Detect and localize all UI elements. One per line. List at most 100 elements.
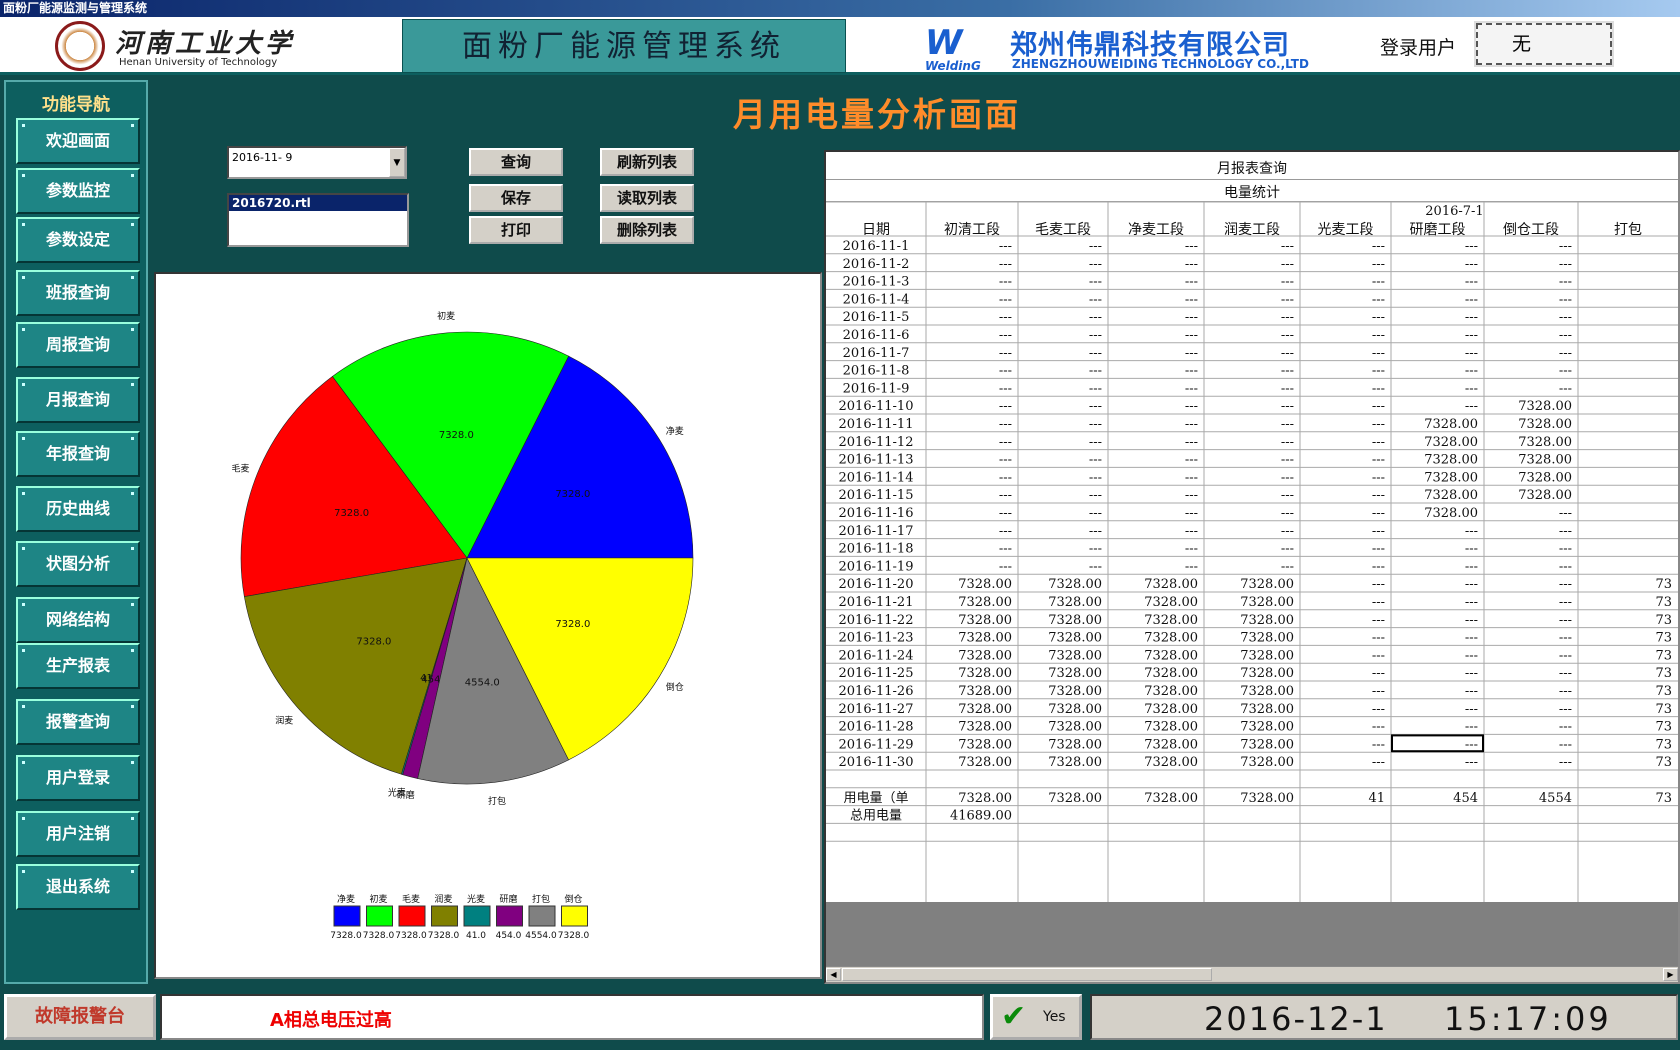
delete-list-button[interactable]: 删除列表 xyxy=(600,216,694,244)
university-name: 河南工业大学 xyxy=(115,29,296,59)
table-cell: 7328.00 xyxy=(1518,453,1572,468)
save-button[interactable]: 保存 xyxy=(469,184,563,212)
report-empty-area xyxy=(826,902,1678,966)
table-cell: 7328.00 xyxy=(1518,399,1572,414)
table-cell: 2016-11-20 xyxy=(839,577,914,592)
table-cell: 2016-11-19 xyxy=(839,559,914,574)
nav-parameter-monitor[interactable]: 参数监控 xyxy=(16,168,140,214)
legend-label: 毛麦 xyxy=(402,893,420,905)
table-cell: --- xyxy=(1089,275,1102,290)
table-cell: 7328.00 xyxy=(1424,506,1478,521)
nav-monthly-report[interactable]: 月报查询 xyxy=(16,377,140,423)
scroll-right-icon[interactable]: ▶ xyxy=(1663,968,1678,981)
checkmark-icon: ✔ xyxy=(1001,999,1027,1034)
table-cell: --- xyxy=(1559,310,1572,325)
table-cell: 2016-11-2 xyxy=(843,257,910,272)
table-cell: 73 xyxy=(1655,720,1672,735)
nav-network-structure[interactable]: 网络结构 xyxy=(16,597,140,643)
table-cell: 2016-11-26 xyxy=(839,684,914,699)
table-cell: --- xyxy=(1465,613,1478,628)
legend-label: 研磨 xyxy=(499,894,517,905)
table-cell: 7328.00 xyxy=(1048,631,1102,646)
table-cell: --- xyxy=(1465,755,1478,770)
legend-label: 打包 xyxy=(532,893,550,905)
table-cell: 7328.00 xyxy=(1240,666,1294,681)
clock-date: 2016-12-1 xyxy=(1204,1000,1388,1038)
table-cell: --- xyxy=(1185,292,1198,307)
pie-value-label: 7328.0 xyxy=(555,489,590,500)
pie-category-label: 净麦 xyxy=(666,425,684,437)
table-cell: --- xyxy=(1465,577,1478,592)
nav-production-report[interactable]: 生产报表 xyxy=(16,643,140,689)
nav-user-logout[interactable]: 用户注销 xyxy=(16,811,140,857)
scroll-left-icon[interactable]: ◀ xyxy=(826,968,841,981)
nav-history-curve[interactable]: 历史曲线 xyxy=(16,486,140,532)
query-button[interactable]: 查询 xyxy=(469,148,563,176)
horizontal-scrollbar[interactable]: ◀ ▶ xyxy=(826,966,1678,982)
report-table: 2016-7-1日期 初清工段 毛麦工段 净麦工段 润麦工段 光麦工段 研磨工段 倒仓工段 打包… xyxy=(826,201,1678,902)
table-cell: --- xyxy=(1372,559,1385,574)
file-list-item[interactable]: 2016720.rtl xyxy=(229,195,407,211)
nav-exit-system[interactable]: 退出系统 xyxy=(16,864,140,910)
table-cell: --- xyxy=(1465,737,1478,752)
nav-chart-analysis[interactable]: 状图分析 xyxy=(16,541,140,587)
table-cell: --- xyxy=(1559,328,1572,343)
acknowledge-button[interactable]: ✔ Yes xyxy=(990,994,1082,1040)
table-cell: --- xyxy=(1281,417,1294,432)
legend-swatch xyxy=(496,905,523,927)
nav-alarm-query[interactable]: 报警查询 xyxy=(16,699,140,745)
legend-value: 454.0 xyxy=(496,931,522,941)
table-cell: --- xyxy=(1559,720,1572,735)
alarm-message-box: A相总电压过高 xyxy=(160,994,984,1040)
chevron-down-icon[interactable]: ▼ xyxy=(389,148,405,177)
nav-shift-report[interactable]: 班报查询 xyxy=(16,270,140,316)
table-cell: --- xyxy=(1372,435,1385,450)
table-cell: 73 xyxy=(1655,577,1672,592)
monthly-report-panel: 月报表查询 电量统计 2016-7-1 日期 初清工段 毛麦工段 净麦工段 润麦工段 光麦工… xyxy=(824,150,1680,984)
date-select[interactable]: 2016-11- 9 ▼ xyxy=(227,146,407,179)
table-cell: 7328.00 xyxy=(958,755,1012,770)
nav-welcome[interactable]: 欢迎画面 xyxy=(16,118,140,164)
nav-weekly-report[interactable]: 周报查询 xyxy=(16,322,140,368)
file-list[interactable]: 2016720.rtl xyxy=(227,193,409,247)
nav-yearly-report[interactable]: 年报查询 xyxy=(16,431,140,477)
table-cell: --- xyxy=(999,346,1012,361)
table-cell: --- xyxy=(999,488,1012,503)
table-cell: --- xyxy=(1465,275,1478,290)
table-cell: 7328.00 xyxy=(1240,631,1294,646)
alarm-message: A相总电压过高 xyxy=(270,1010,392,1031)
legend-label: 光麦 xyxy=(467,893,485,905)
table-cell: --- xyxy=(1372,702,1385,717)
table-cell: --- xyxy=(1372,577,1385,592)
table-cell: --- xyxy=(1559,257,1572,272)
table-cell: 2016-11-23 xyxy=(839,631,914,646)
table-cell: 73 xyxy=(1655,666,1672,681)
table-cell: 7328.00 xyxy=(1424,435,1478,450)
header: 河南工业大学 Henan University of Technology 面粉… xyxy=(0,17,1680,75)
table-cell: 2016-11-1 xyxy=(843,239,910,254)
legend-value: 7328.0 xyxy=(428,931,460,941)
table-cell: 73 xyxy=(1655,791,1672,806)
legend-swatch xyxy=(561,905,588,927)
refresh-list-button[interactable]: 刷新列表 xyxy=(600,148,694,176)
table-cell: --- xyxy=(1281,559,1294,574)
table-cell: 7328.00 xyxy=(1518,435,1572,450)
legend-value: 41.0 xyxy=(466,931,486,941)
table-cell: --- xyxy=(1089,453,1102,468)
legend-value: 7328.0 xyxy=(558,931,590,941)
nav-user-login[interactable]: 用户登录 xyxy=(16,755,140,801)
nav-parameter-settings[interactable]: 参数设定 xyxy=(16,217,140,263)
table-cell: --- xyxy=(1559,364,1572,379)
table-cell: --- xyxy=(1089,435,1102,450)
table-cell: --- xyxy=(1281,435,1294,450)
table-cell: 7328.00 xyxy=(1240,595,1294,610)
table-cell: 4554 xyxy=(1539,791,1572,806)
print-button[interactable]: 打印 xyxy=(469,216,563,244)
scrollbar-thumb[interactable] xyxy=(842,968,1212,981)
table-cell: 7328.00 xyxy=(1048,613,1102,628)
status-bar: 故障报警台 A相总电压过高 ✔ Yes 2016-12-1 15:17:09 xyxy=(0,986,1680,1050)
table-cell: --- xyxy=(999,239,1012,254)
company-logo: W WeldinG xyxy=(915,23,1005,73)
table-cell: 7328.00 xyxy=(1048,577,1102,592)
read-list-button[interactable]: 读取列表 xyxy=(600,184,694,212)
